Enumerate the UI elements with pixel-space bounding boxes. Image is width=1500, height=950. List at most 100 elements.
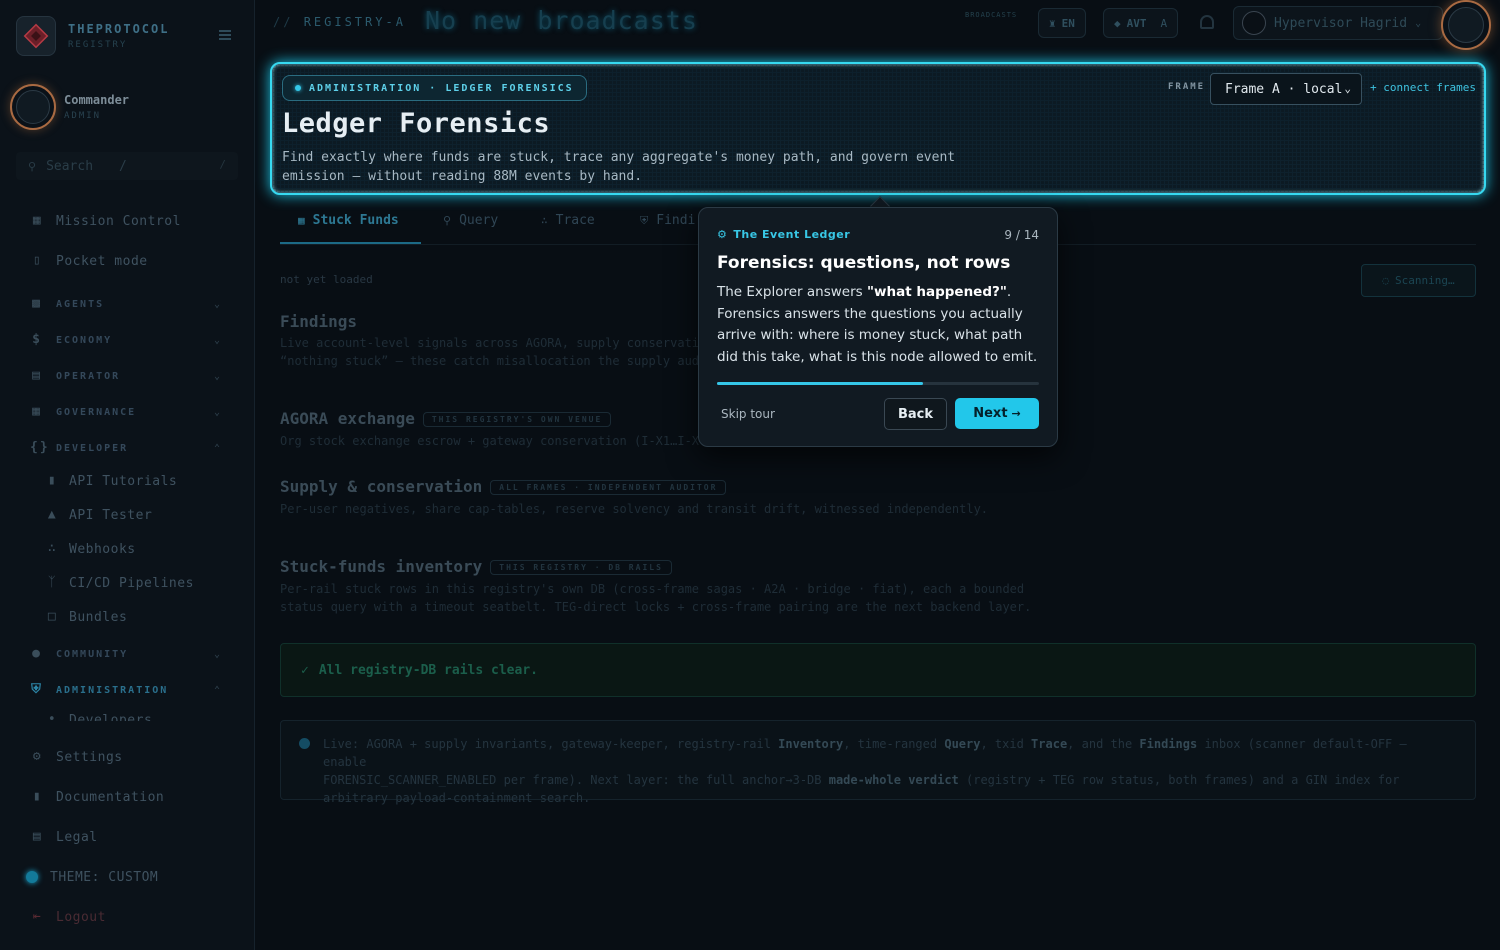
topbar: // REGISTRY-A No new broadcasts BROADCAS… (255, 0, 1500, 50)
sidebar: THEPROTOCOL REGISTRY Commander ADMIN ⚲ S… (0, 0, 255, 950)
frame-select[interactable]: Frame A · local ⌄ (1210, 73, 1362, 105)
table-icon: ▦ (298, 214, 305, 227)
account-menu[interactable]: Hypervisor Hagrid ⌄ (1233, 6, 1443, 40)
tour-step-count: 9 / 14 (1004, 228, 1039, 242)
sidebar-group-operator[interactable]: ▤ OPERATOR ⌄ (0, 368, 255, 384)
sidebar-item-developers[interactable]: • Developers (0, 713, 255, 721)
sidebar-group-developer[interactable]: {} DEVELOPER ⌃ (0, 440, 255, 456)
chevron-up-icon: ⌃ (214, 684, 223, 696)
tab-stuck-funds[interactable]: ▦ Stuck Funds (298, 213, 399, 228)
collapse-sidebar-icon[interactable] (219, 30, 231, 40)
status-dot-icon (295, 85, 301, 91)
back-button[interactable]: Back (884, 398, 947, 430)
server-icon: ▤ (32, 368, 42, 383)
skip-tour-button[interactable]: Skip tour (721, 407, 775, 421)
findings-desc: Live account-level signals across AGORA,… (280, 336, 700, 350)
profile-avatar[interactable] (1441, 0, 1491, 50)
page-title: Ledger Forensics (282, 108, 551, 139)
tour-progress-fill (717, 382, 924, 385)
broadcast-ticker[interactable]: No new broadcasts (425, 6, 698, 35)
route-icon: ∴ (541, 214, 548, 227)
broadcast-label: BROADCASTS (965, 11, 1018, 19)
logo-icon (16, 16, 56, 56)
sidebar-item-bundles[interactable]: □ Bundles (0, 609, 255, 625)
sidebar-item-label: API Tutorials (69, 473, 178, 489)
theme-label: THEME: CUSTOM (50, 869, 159, 885)
ledger-icon: ⚙ (717, 228, 728, 241)
sidebar-item-label: Bundles (69, 609, 128, 625)
brand[interactable]: THEPROTOCOL REGISTRY (16, 16, 169, 56)
theme-dot-icon (26, 871, 38, 883)
account-name: Hypervisor Hagrid (1274, 15, 1408, 31)
logout-label: Logout (56, 909, 106, 925)
next-button[interactable]: Next → (955, 398, 1039, 429)
sidebar-item-settings[interactable]: ⚙ Settings (0, 748, 255, 766)
search-input[interactable]: ⚲ Search / / (16, 152, 238, 180)
agora-desc: Org stock exchange escrow + gateway cons… (280, 434, 700, 448)
user-card[interactable]: Commander ADMIN (10, 84, 129, 130)
tab-trace[interactable]: ∴ Trace (541, 213, 595, 228)
scanning-label: Scanning… (1395, 274, 1455, 287)
chevron-up-icon: ⌃ (214, 442, 223, 454)
search-placeholder: Search (46, 158, 94, 174)
sidebar-item-api-tester[interactable]: ▲ API Tester (0, 507, 255, 523)
diamond-icon: ◆ (1114, 16, 1121, 30)
tab-findings[interactable]: ⛨ Findi (640, 213, 695, 228)
scanning-button[interactable]: ◌ Scanning… (1361, 264, 1476, 297)
breadcrumb[interactable]: // REGISTRY-A (273, 15, 406, 29)
user-role: ADMIN (64, 111, 102, 121)
bell-icon[interactable] (1200, 15, 1214, 29)
sidebar-group-label: ECONOMY (56, 334, 113, 346)
token-button[interactable]: ◆ AVT A (1103, 8, 1179, 38)
tour-kicker-label: The Event Ledger (733, 228, 851, 241)
info-line: FORENSIC_SCANNER_ENABLED per frame). Nex… (323, 773, 1400, 787)
sidebar-item-webhooks[interactable]: ∴ Webhooks (0, 541, 255, 557)
sidebar-item-mission-control[interactable]: ▦ Mission Control (0, 212, 255, 230)
tab-label: Findi (656, 213, 696, 228)
chevron-down-icon: ⌄ (1415, 17, 1422, 29)
connect-frames-link[interactable]: + connect frames (1370, 81, 1476, 94)
next-button-label: Next (973, 406, 1008, 421)
tab-label: Trace (555, 213, 595, 228)
grid-icon: ▦ (32, 213, 42, 228)
search-icon: ⚲ (443, 214, 452, 227)
theme-toggle[interactable]: THEME: CUSTOM (0, 868, 255, 886)
sidebar-item-api-tutorials[interactable]: ▮ API Tutorials (0, 473, 255, 489)
supply-section-title: Supply & conservation ALL FRAMES · INDEPE… (280, 477, 727, 496)
stuck-section-title: Stuck-funds inventory THIS REGISTRY · DB … (280, 557, 672, 576)
book-icon: ▮ (32, 789, 42, 804)
sidebar-item-pocket-mode[interactable]: ▯ Pocket mode (0, 252, 255, 270)
findings-title: Findings (280, 312, 358, 331)
sidebar-item-label: Settings (56, 749, 123, 765)
sidebar-item-documentation[interactable]: ▮ Documentation (0, 788, 255, 806)
sidebar-item-label: Pocket mode (56, 253, 148, 269)
tab-query[interactable]: ⚲ Query (443, 213, 498, 228)
stuck-title: Stuck-funds inventory (280, 557, 483, 576)
users-icon: ● (32, 646, 42, 661)
sidebar-group-label: COMMUNITY (56, 648, 129, 660)
sidebar-group-governance[interactable]: ▦ GOVERNANCE ⌄ (0, 404, 255, 420)
spinner-icon: ◌ (1382, 274, 1389, 287)
brand-name: THEPROTOCOL (68, 22, 170, 36)
stuck-desc: status query with a timeout seatbelt. TE… (280, 600, 1032, 614)
file-icon: ▮ (47, 473, 57, 488)
sidebar-item-ci-cd-pipelines[interactable]: ᛉ CI/CD Pipelines (0, 575, 255, 591)
phone-icon: ▯ (32, 253, 42, 268)
sidebar-group-agents[interactable]: ▩ AGENTS ⌄ (0, 296, 255, 312)
sidebar-group-community[interactable]: ● COMMUNITY ⌄ (0, 646, 255, 662)
sidebar-group-label: OPERATOR (56, 370, 121, 382)
sidebar-group-administration[interactable]: ⛨ ADMINISTRATION ⌃ (0, 682, 255, 698)
info-note: Live: AGORA + supply invariants, gateway… (280, 720, 1476, 805)
brand-subtitle: REGISTRY (68, 40, 128, 50)
table-icon: ▦ (32, 404, 42, 419)
page-header-card: ADMINISTRATION · LEDGER FORENSICS Ledger… (270, 62, 1486, 195)
chevron-down-icon: ⌄ (214, 370, 223, 382)
logout-button[interactable]: ⇤ Logout (0, 908, 255, 926)
sidebar-group-economy[interactable]: $ ECONOMY ⌄ (0, 332, 255, 348)
frame-select-value: Frame A · local (1225, 81, 1343, 97)
tab-label: Stuck Funds (312, 213, 399, 228)
tour-popover: ⚙ The Event Ledger 9 / 14 Forensics: que… (698, 207, 1058, 447)
sidebar-item-legal[interactable]: ▤ Legal (0, 828, 255, 846)
language-label: EN (1061, 16, 1075, 30)
language-button[interactable]: ♜ EN (1038, 8, 1086, 38)
